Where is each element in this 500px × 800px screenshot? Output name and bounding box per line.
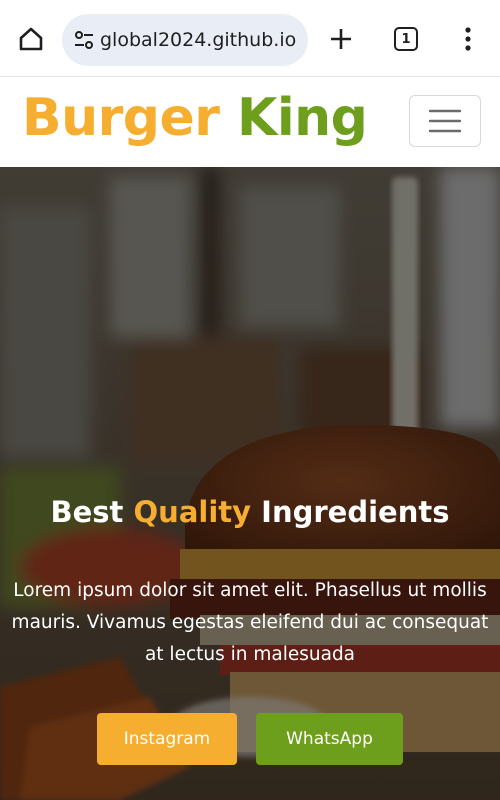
hero-heading-part2: Ingredients xyxy=(261,495,450,529)
hero-description-line: at lectus in malesuada xyxy=(144,644,356,665)
more-vert-icon xyxy=(465,27,471,51)
site-settings-icon[interactable] xyxy=(72,28,96,52)
url-text: global2024.github.io xyxy=(100,29,297,51)
hero-heading-accent: Quality xyxy=(133,495,252,529)
new-tab-button[interactable] xyxy=(324,22,358,56)
hero-description-line: Lorem ipsum dolor sit amet elit. Phasell… xyxy=(13,580,487,601)
new-tab-plus-icon xyxy=(331,29,351,49)
home-icon xyxy=(19,27,43,51)
hero-section: Best Quality Ingredients Lorem ipsum dol… xyxy=(0,167,500,800)
tab-switcher-button[interactable]: 1 xyxy=(390,23,422,55)
tab-count: 1 xyxy=(401,31,411,47)
nav-toggle-button[interactable] xyxy=(409,95,481,147)
brand-word-1: Burger xyxy=(22,88,220,148)
browser-menu-button[interactable] xyxy=(452,22,484,56)
whatsapp-button[interactable]: WhatsApp xyxy=(256,713,403,765)
hero-background-image xyxy=(0,167,500,800)
hamburger-menu-icon xyxy=(428,109,462,133)
brand-word-2: King xyxy=(237,88,368,148)
tab-switcher-icon: 1 xyxy=(394,27,418,51)
site-navbar: Burger King xyxy=(0,77,500,167)
instagram-button[interactable]: Instagram xyxy=(97,713,237,765)
brand-logo[interactable]: Burger King xyxy=(22,88,368,148)
hero-heading: Best Quality Ingredients xyxy=(0,495,500,529)
hero-heading-part1: Best xyxy=(50,495,124,529)
address-bar[interactable]: global2024.github.io xyxy=(62,14,308,66)
hero-description-line: mauris. Vivamus egestas eleifend dui ac … xyxy=(11,612,489,633)
hero-description: Lorem ipsum dolor sit amet elit. Phasell… xyxy=(0,575,500,671)
home-button[interactable] xyxy=(14,22,48,56)
browser-toolbar: global2024.github.io 1 xyxy=(0,0,500,77)
